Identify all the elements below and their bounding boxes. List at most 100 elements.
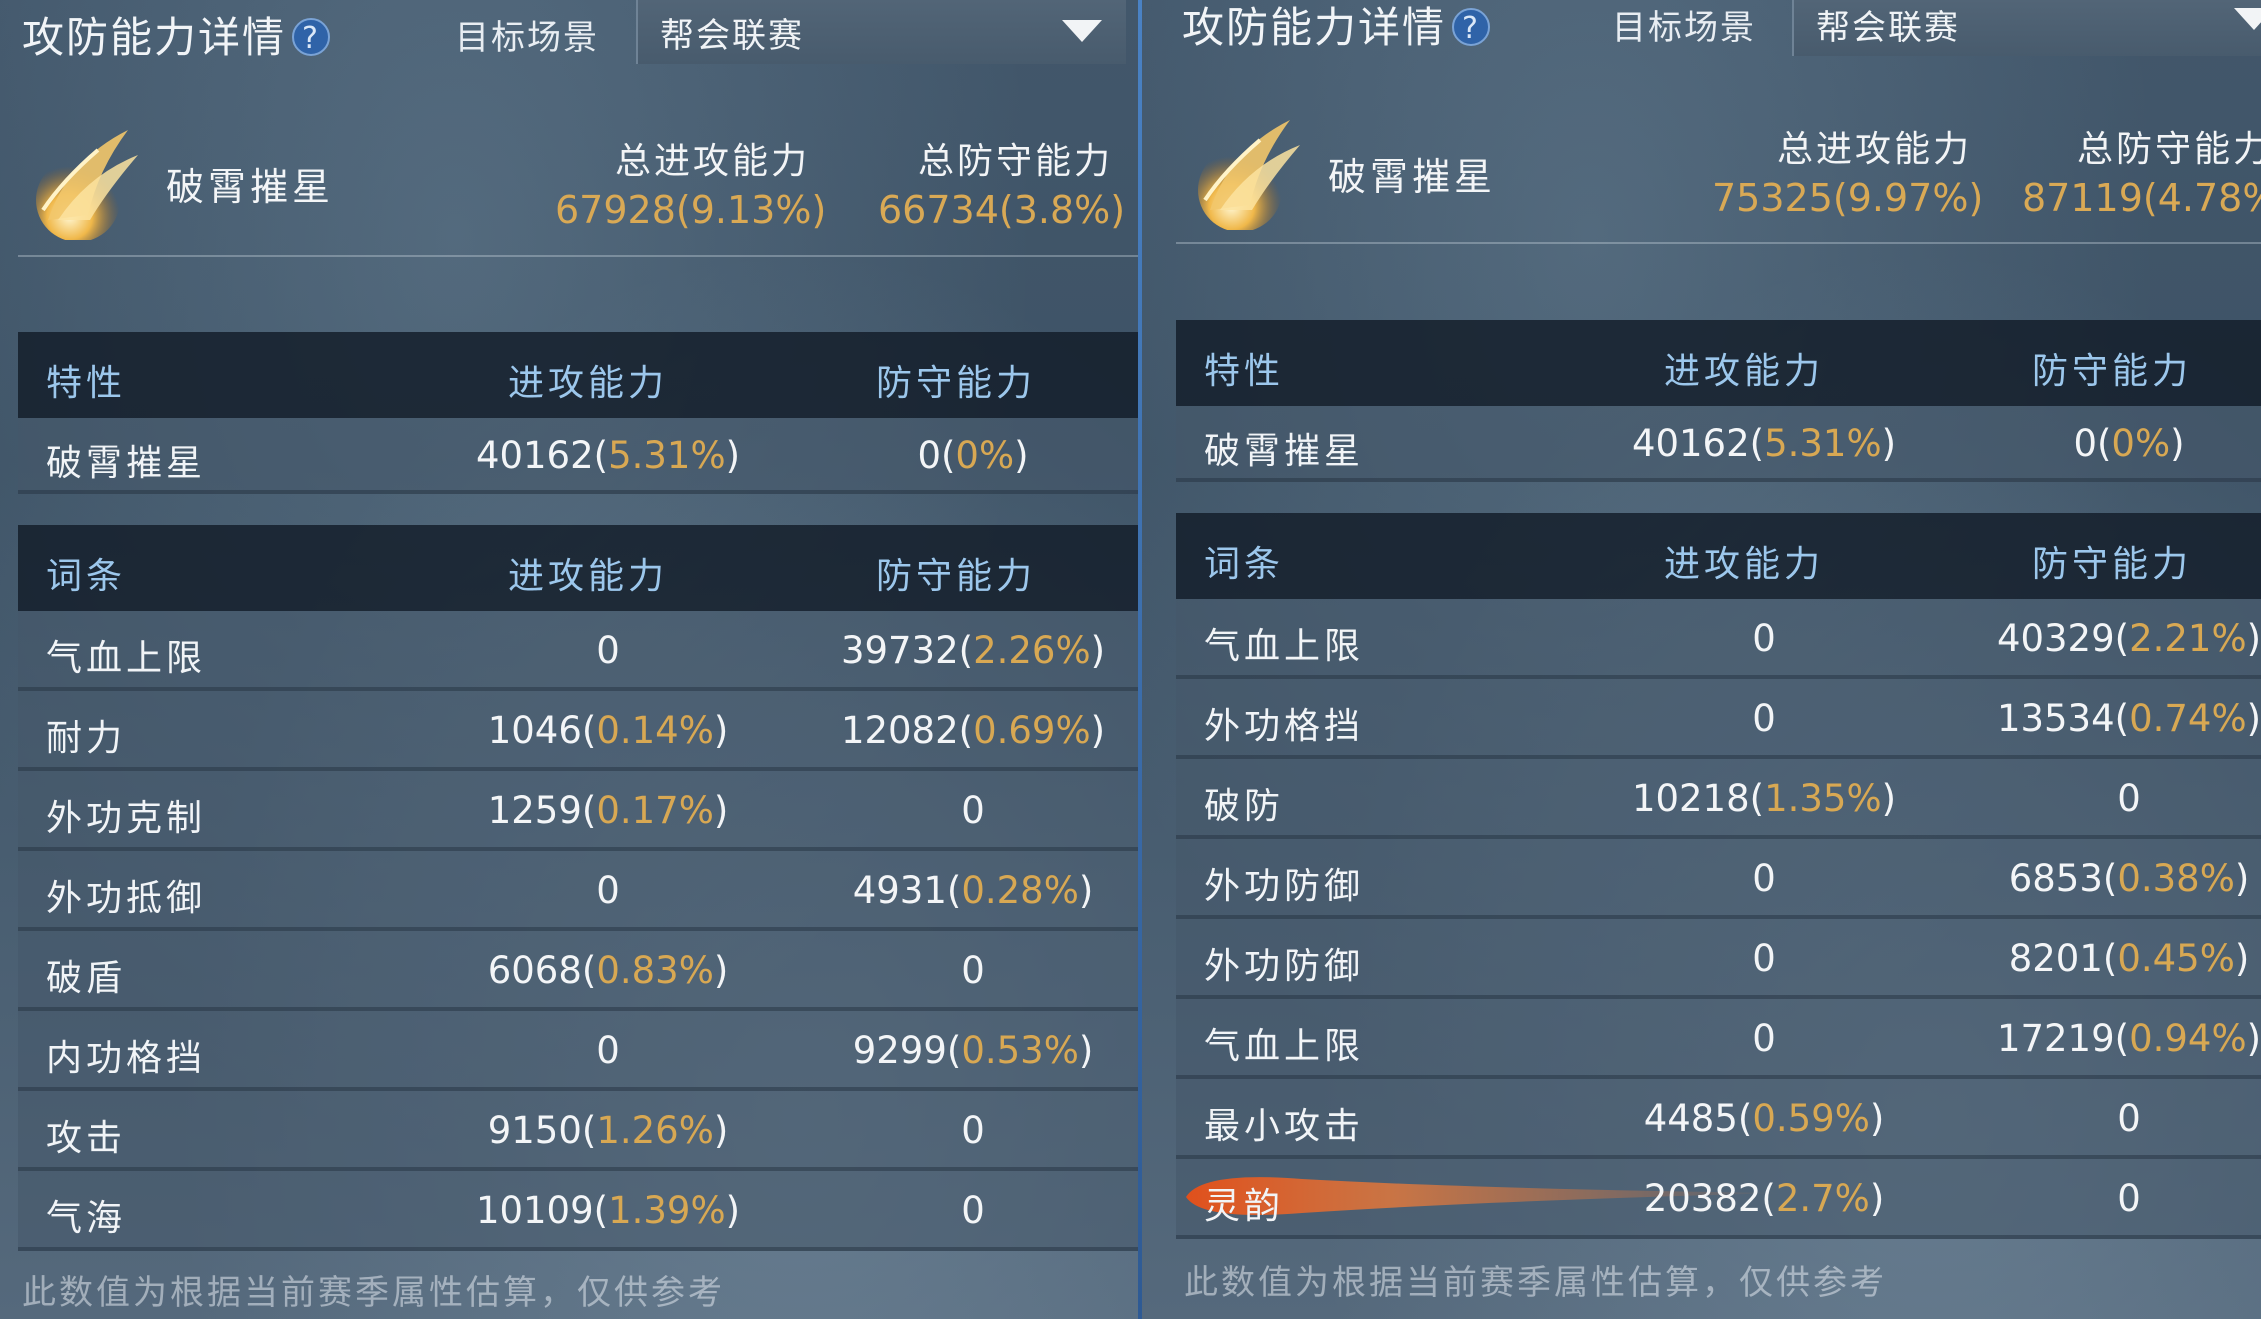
scene-value: 帮会联赛 [1816,8,1960,48]
entry-name: 破防 [1204,786,1285,827]
entry-name: 灵韵 [1204,1186,1285,1227]
trait-name: 破霄摧星 [46,443,207,484]
trait-defense: 0(0%) [917,434,1029,477]
entry-attack: 20382(2.7%) [1643,1177,1885,1220]
detail-panel-left: 攻防能力详情? 目标场景 帮会联赛 破霄摧星 总进攻能力 67928(9.13%… [0,0,1138,1319]
header-defense: 防守能力 [876,556,1037,597]
header-defense: 防守能力 [2032,544,2193,585]
entry-attack: 0 [596,1029,620,1072]
triangle-down-icon [1062,20,1102,42]
entry-defense: 17219(0.94%) [1996,1017,2261,1060]
entry-name: 气血上限 [46,638,207,679]
header-defense: 防守能力 [2032,351,2193,392]
table-row: 外功防御 0 8201(0.45%) [1176,919,2261,999]
entry-attack: 0 [1752,697,1776,740]
entry-name: 气血上限 [1204,626,1365,667]
panel-title: 攻防能力详情? [22,4,331,65]
entry-attack: 9150(1.26%) [487,1109,729,1152]
entry-attack: 0 [596,869,620,912]
table-row: 攻击 9150(1.26%) 0 [18,1091,1138,1171]
help-icon[interactable]: ? [292,18,331,56]
entry-name: 气血上限 [1204,1026,1365,1067]
header-attack: 进攻能力 [508,363,669,404]
total-attack-pct: 9.97% [1847,176,1969,220]
entry-attack: 1046(0.14%) [487,709,729,752]
entry-defense: 0 [2117,1097,2141,1140]
scene-dropdown[interactable]: 帮会联赛 [636,0,1126,64]
entry-table: 词条 进攻能力 防守能力 气血上限 0 40329(2.21%) 外功格挡 0 13534… [1176,513,2261,1239]
skill-name: 破霄摧星 [166,165,335,209]
total-attack-label: 总进攻能力 [1777,129,1973,170]
panel-header: 攻防能力详情? 目标场景 帮会联赛 [0,0,1138,70]
entry-name: 耐力 [46,718,127,759]
trait-name: 破霄摧星 [1204,431,1365,472]
entry-name: 外功克制 [46,798,207,839]
table-row: 内功格挡 0 9299(0.53%) [18,1011,1138,1091]
entry-attack: 10218(1.35%) [1631,777,1897,820]
panel-title: 攻防能力详情? [1182,0,1491,55]
skill-name: 破霄摧星 [1328,155,1497,199]
scene-dropdown[interactable]: 帮会联赛 [1792,0,2261,56]
entry-rows: 气血上限 0 40329(2.21%) 外功格挡 0 13534(0.74%) 破防 1021… [1176,599,2261,1239]
footer-note: 此数值为根据当前赛季属性估算，仅供参考 [1184,1263,1887,1303]
entry-attack: 0 [1752,937,1776,980]
triangle-down-icon [2234,8,2261,30]
entry-attack: 6068(0.83%) [487,949,729,992]
total-defense-label: 总防守能力 [2077,129,2261,170]
total-defense-label: 总防守能力 [918,141,1114,182]
trait-row: 破霄摧星 40162(5.31%) 0(0%) [1176,406,2261,482]
entry-rows: 气血上限 0 39732(2.26%) 耐力 1046(0.14%) 12082(0.69… [18,611,1138,1251]
entry-attack: 0 [1752,617,1776,660]
table-row: 气血上限 0 39732(2.26%) [18,611,1138,691]
header-attack: 进攻能力 [1664,544,1825,585]
entry-name: 最小攻击 [1204,1106,1365,1147]
entry-attack: 4485(0.59%) [1643,1097,1885,1140]
entry-attack: 10109(1.39%) [475,1189,741,1232]
title-text: 攻防能力详情 [22,13,287,62]
entry-name: 外功格挡 [1204,706,1365,747]
trait-table-header: 特性 进攻能力 防守能力 [18,332,1138,418]
table-row: 外功抵御 0 4931(0.28%) [18,851,1138,931]
trait-table-header: 特性 进攻能力 防守能力 [1176,320,2261,406]
entry-defense: 0 [961,1189,985,1232]
table-row: 气海 10109(1.39%) 0 [18,1171,1138,1251]
summary-divider [18,255,1138,257]
total-defense-pct: 4.78% [2157,176,2261,220]
entry-defense: 40329(2.21%) [1996,617,2261,660]
help-icon[interactable]: ? [1452,8,1491,46]
total-defense-number: 87119( [2022,176,2158,220]
header-trait: 特性 [1204,351,1285,392]
table-row: 外功防御 0 6853(0.38%) [1176,839,2261,919]
detail-panel-right: 攻防能力详情? 目标场景 帮会联赛 破霄摧星 总进攻能力 75325(9.97%… [1142,0,2261,1319]
trait-attack: 40162(5.31%) [1631,422,1897,465]
total-attack-value: 67928(9.13%) [555,188,827,232]
entry-defense: 9299(0.53%) [852,1029,1094,1072]
summary-divider [1176,242,2261,244]
entry-defense: 13534(0.74%) [1996,697,2261,740]
entry-defense: 0 [961,789,985,832]
total-defense-number: 66734( [878,188,1014,232]
trait-table: 特性 进攻能力 防守能力 破霄摧星 40162(5.31%) 0(0%) [1176,320,2261,482]
total-attack-number: 67928( [555,188,691,232]
panel-header: 攻防能力详情? 目标场景 帮会联赛 [1142,0,2261,70]
header-defense: 防守能力 [876,363,1037,404]
trait-attack: 40162(5.31%) [475,434,741,477]
scene-value: 帮会联赛 [660,16,804,56]
total-defense-value: 87119(4.78%) [2022,176,2261,220]
header-entry: 词条 [46,556,127,597]
entry-name: 外功防御 [1204,946,1365,987]
table-row: 气血上限 0 17219(0.94%) [1176,999,2261,1079]
golden-wing-icon [1198,120,1300,230]
entry-name: 内功格挡 [46,1038,207,1079]
entry-name: 气海 [46,1198,127,1239]
total-defense-value: 66734(3.8%) [878,188,1126,232]
entry-name: 攻击 [46,1118,127,1159]
entry-table-header: 词条 进攻能力 防守能力 [18,525,1138,611]
table-row: 灵韵 20382(2.7%) 0 [1176,1159,2261,1239]
table-row: 外功格挡 0 13534(0.74%) [1176,679,2261,759]
entry-defense: 39732(2.26%) [840,629,1106,672]
entry-defense: 12082(0.69%) [840,709,1106,752]
entry-attack: 0 [1752,1017,1776,1060]
table-row: 气血上限 0 40329(2.21%) [1176,599,2261,679]
entry-attack: 0 [596,629,620,672]
